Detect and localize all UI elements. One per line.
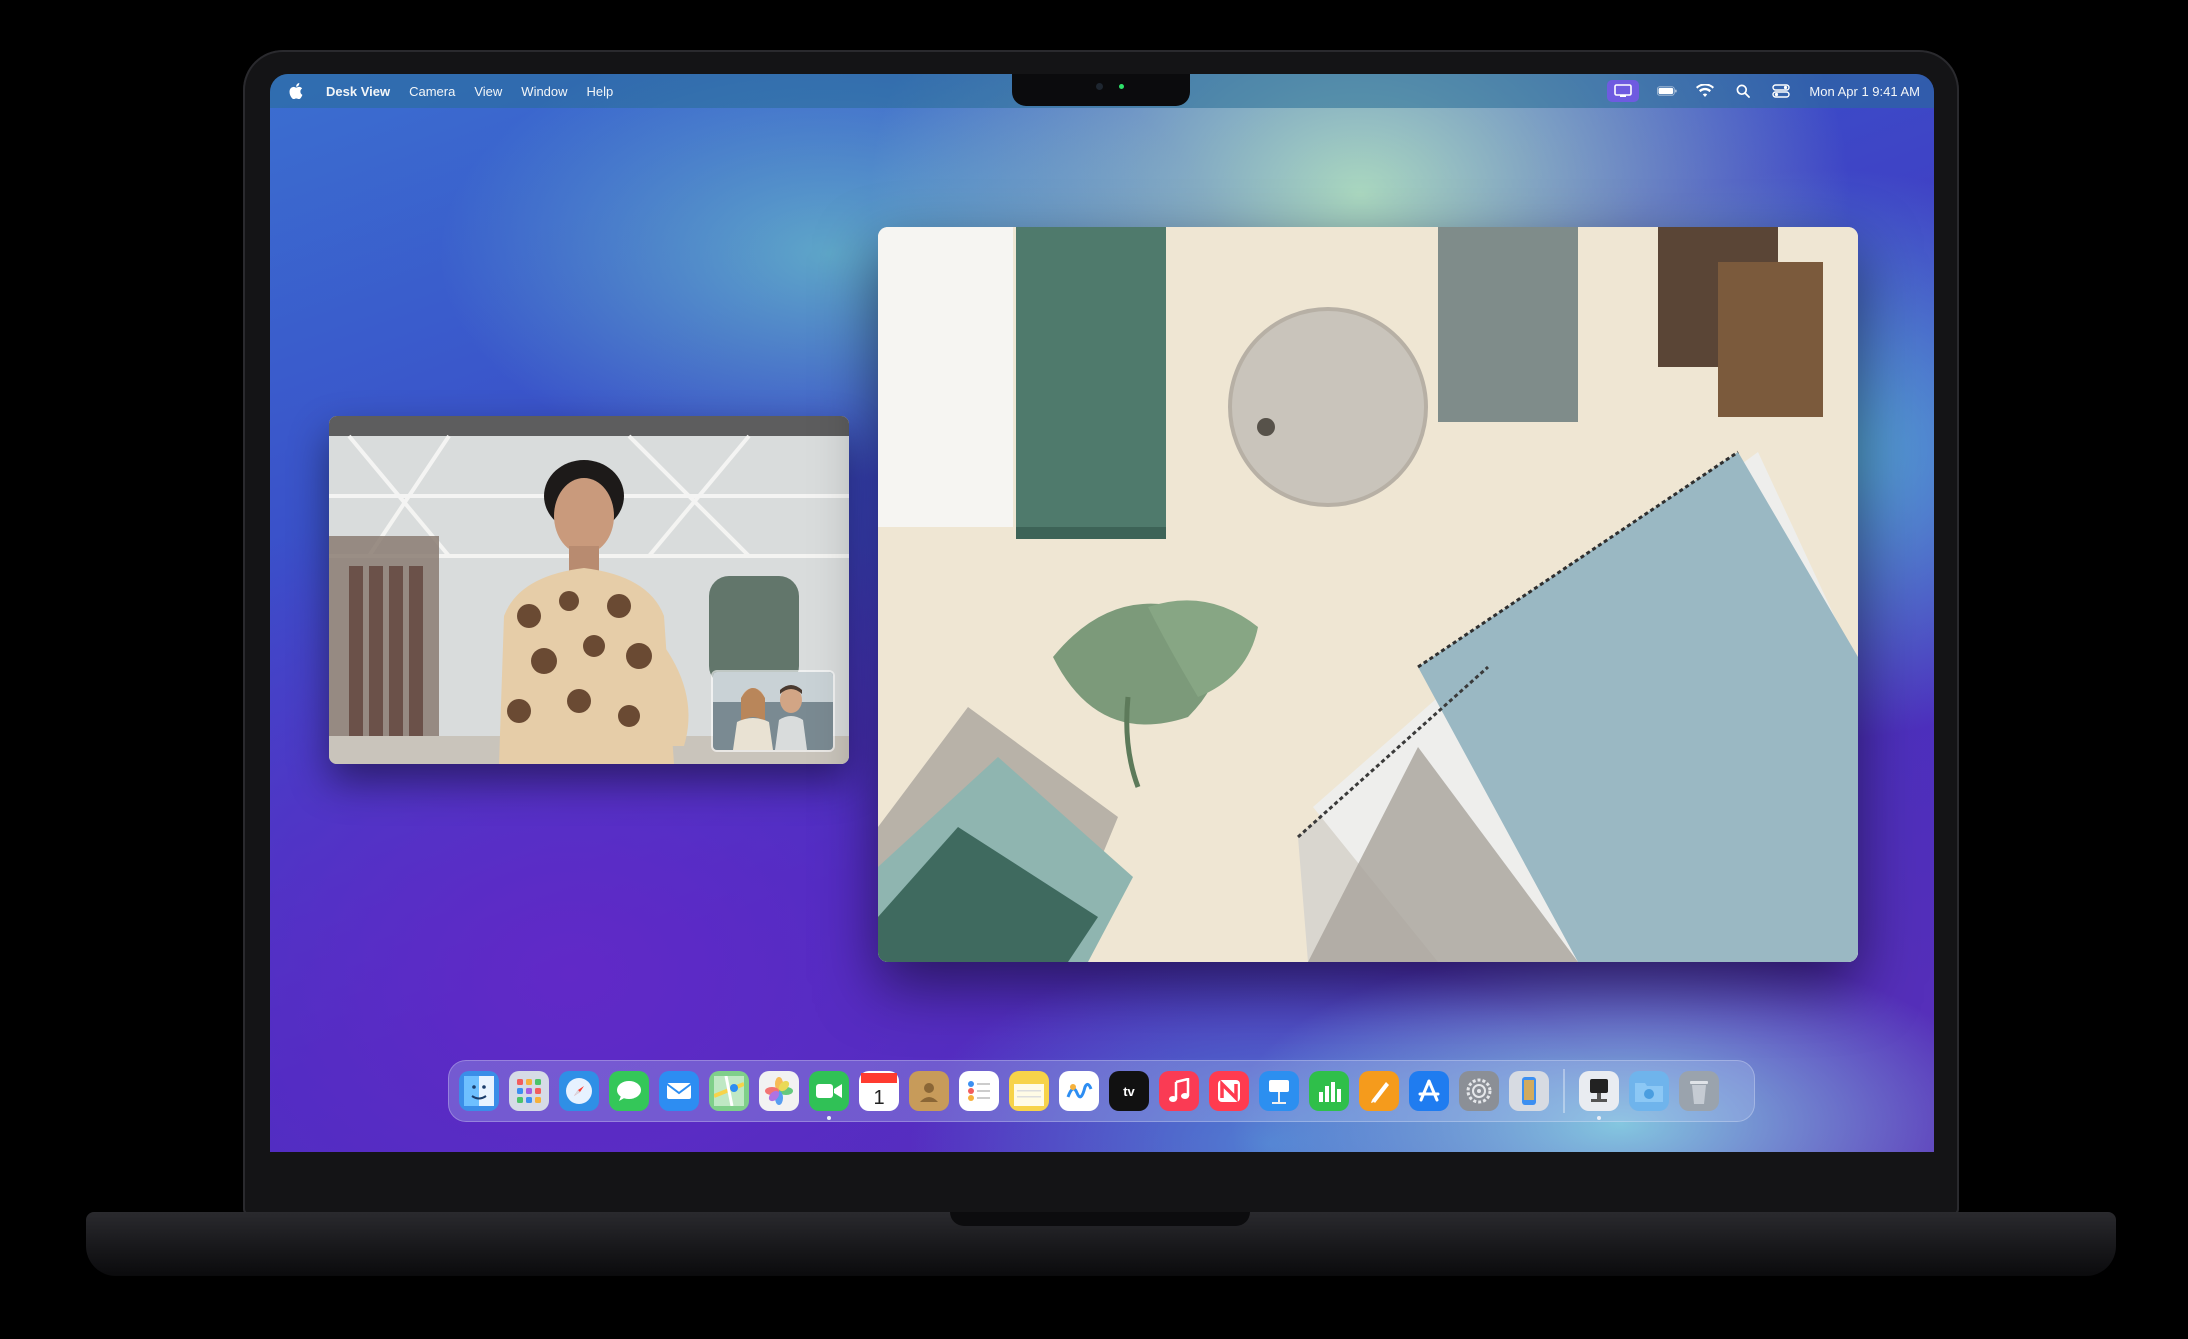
menu-window[interactable]: Window bbox=[521, 84, 567, 99]
keynote-icon[interactable] bbox=[1259, 1071, 1299, 1111]
menu-bar-clock[interactable]: Mon Apr 1 9:41 AM bbox=[1809, 84, 1920, 99]
contacts-icon[interactable] bbox=[909, 1071, 949, 1111]
running-indicator bbox=[1597, 1116, 1601, 1120]
battery-icon[interactable] bbox=[1657, 81, 1678, 101]
facetime-self-view[interactable] bbox=[711, 670, 835, 752]
camera-notch bbox=[1012, 74, 1190, 106]
desk-view-app-icon[interactable] bbox=[1579, 1071, 1619, 1120]
maps-icon[interactable] bbox=[709, 1071, 749, 1111]
laptop-base-notch bbox=[950, 1212, 1250, 1226]
desk-view-icon[interactable] bbox=[1607, 80, 1640, 102]
music-icon[interactable] bbox=[1159, 1071, 1199, 1111]
apple-logo-icon[interactable] bbox=[288, 83, 304, 99]
finder-icon[interactable] bbox=[459, 1071, 499, 1111]
news-icon[interactable] bbox=[1209, 1071, 1249, 1111]
photos-icon[interactable] bbox=[759, 1071, 799, 1111]
desk-view-window[interactable] bbox=[878, 227, 1858, 962]
menu-camera[interactable]: Camera bbox=[409, 84, 455, 99]
desktop: Desk View Camera View Window Help Mon Ap… bbox=[270, 74, 1934, 1152]
iphone-mirroring-icon[interactable] bbox=[1509, 1071, 1549, 1111]
downloads-folder-icon[interactable] bbox=[1629, 1071, 1669, 1111]
status-area: Mon Apr 1 9:41 AM bbox=[1607, 74, 1920, 108]
numbers-icon[interactable] bbox=[1309, 1071, 1349, 1111]
desk-view-feed bbox=[878, 227, 1858, 962]
facetime-window[interactable] bbox=[329, 416, 849, 764]
camera-indicator-light bbox=[1119, 84, 1124, 89]
menu-view[interactable]: View bbox=[474, 84, 502, 99]
wifi-icon[interactable] bbox=[1695, 81, 1715, 101]
notes-icon[interactable] bbox=[1009, 1071, 1049, 1111]
camera-lens bbox=[1096, 83, 1103, 90]
menu-app-name[interactable]: Desk View bbox=[326, 84, 390, 99]
calendar-icon[interactable]: 1 bbox=[859, 1071, 899, 1111]
system-settings-icon[interactable] bbox=[1459, 1071, 1499, 1111]
facetime-icon[interactable] bbox=[809, 1071, 849, 1120]
running-indicator bbox=[827, 1116, 831, 1120]
menu-help[interactable]: Help bbox=[587, 84, 614, 99]
trash-icon[interactable] bbox=[1679, 1071, 1719, 1111]
launchpad-icon[interactable] bbox=[509, 1071, 549, 1111]
apple-tv-icon[interactable]: tv bbox=[1109, 1071, 1149, 1111]
app-store-icon[interactable] bbox=[1409, 1071, 1449, 1111]
svg-text:1: 1 bbox=[873, 1087, 884, 1109]
reminders-icon[interactable] bbox=[959, 1071, 999, 1111]
control-center-icon[interactable] bbox=[1771, 81, 1791, 101]
messages-icon[interactable] bbox=[609, 1071, 649, 1111]
pages-icon[interactable] bbox=[1359, 1071, 1399, 1111]
svg-text:tv: tv bbox=[1123, 1084, 1135, 1099]
dock: 1 tv bbox=[448, 1060, 1755, 1122]
mail-icon[interactable] bbox=[659, 1071, 699, 1111]
safari-icon[interactable] bbox=[559, 1071, 599, 1111]
search-icon[interactable] bbox=[1733, 81, 1753, 101]
dock-separator bbox=[1563, 1069, 1565, 1113]
freeform-icon[interactable] bbox=[1059, 1071, 1099, 1111]
